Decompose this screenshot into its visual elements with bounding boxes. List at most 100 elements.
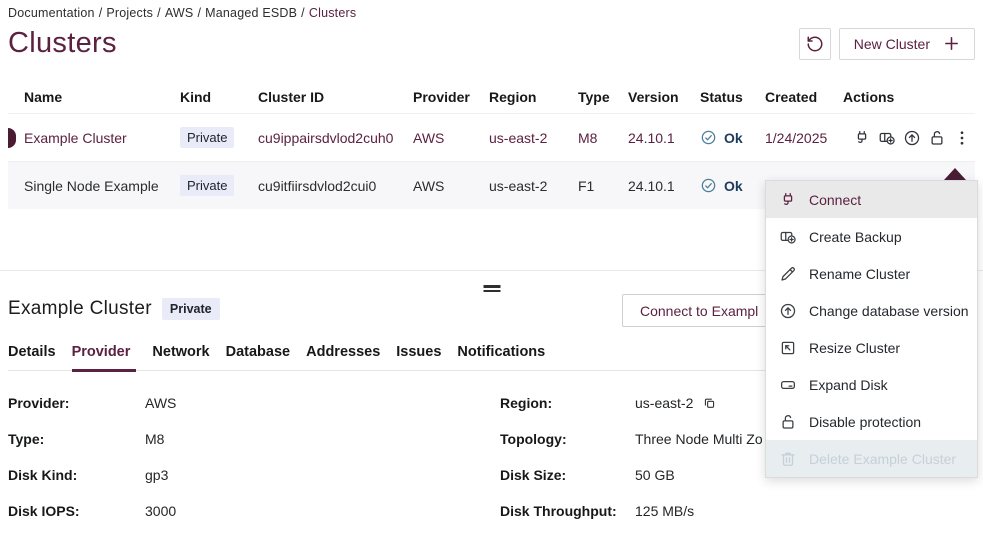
breadcrumb-link-aws[interactable]: AWS <box>165 6 194 20</box>
panel-title: Example Cluster <box>8 298 152 320</box>
column-header-actions: Actions <box>843 89 975 105</box>
cell-region: us-east-2 <box>489 130 578 146</box>
field-label-provider: Provider: <box>8 385 145 421</box>
tab-issues[interactable]: Issues <box>396 344 441 372</box>
check-circle-icon <box>700 129 717 146</box>
menu-item-create-backup[interactable]: Create Backup <box>766 218 977 255</box>
cell-name: Single Node Example <box>24 178 180 194</box>
menu-item-change-database-version[interactable]: Change database version <box>766 292 977 329</box>
menu-item-expand-disk[interactable]: Expand Disk <box>766 366 977 403</box>
panel-kind-badge: Private <box>162 298 220 320</box>
tab-network[interactable]: Network <box>152 344 209 372</box>
plus-icon <box>943 35 960 52</box>
tab-provider[interactable]: Provider <box>72 344 137 372</box>
kind-badge: Private <box>180 127 234 148</box>
menu-item-label: Resize Cluster <box>809 340 900 356</box>
cell-region: us-east-2 <box>489 178 578 194</box>
unlock-icon <box>928 129 946 147</box>
menu-item-rename-cluster[interactable]: Rename Cluster <box>766 255 977 292</box>
field-value-disk-iops: 3000 <box>145 493 500 529</box>
menu-item-label: Change database version <box>809 303 969 319</box>
menu-item-disable-protection[interactable]: Disable protection <box>766 403 977 440</box>
column-header-created: Created <box>765 89 843 105</box>
tab-notifications[interactable]: Notifications <box>457 344 545 372</box>
table-row-example-cluster[interactable]: Example Cluster Private cu9ippairsdvlod2… <box>8 114 975 162</box>
cell-type: F1 <box>578 178 628 194</box>
breadcrumb: Documentation/Projects/AWS/Managed ESDB/… <box>8 6 975 20</box>
unlock-icon <box>779 413 797 431</box>
cell-provider: AWS <box>413 178 489 194</box>
menu-item-label: Disable protection <box>809 414 921 430</box>
cell-status: Ok <box>700 129 765 146</box>
trash-icon <box>779 450 797 468</box>
new-cluster-button[interactable]: New Cluster <box>839 28 975 60</box>
cell-kind: Private <box>180 127 258 148</box>
kind-badge: Private <box>180 175 234 196</box>
refresh-icon <box>806 35 824 53</box>
field-label-region: Region: <box>500 385 635 421</box>
header-actions: New Cluster <box>799 28 975 60</box>
cell-status: Ok <box>700 177 765 194</box>
menu-item-resize-cluster[interactable]: Resize Cluster <box>766 329 977 366</box>
column-header-kind: Kind <box>180 89 258 105</box>
breadcrumb-link-managed-esdb[interactable]: Managed ESDB <box>205 6 297 20</box>
status-label: Ok <box>724 178 743 194</box>
column-header-status: Status <box>700 89 765 105</box>
connect-icon <box>853 129 871 147</box>
cell-cluster-id: cu9itfiirsdvlod2cui0 <box>258 178 413 194</box>
field-value-provider: AWS <box>145 385 500 421</box>
field-label-type: Type: <box>8 421 145 457</box>
breadcrumb-current-clusters: Clusters <box>309 6 356 20</box>
field-value-type: M8 <box>145 421 500 457</box>
field-label-disk-throughput: Disk Throughput: <box>500 493 635 529</box>
menu-item-label: Connect <box>809 192 861 208</box>
page-title: Clusters <box>8 27 117 60</box>
rename-icon <box>779 265 797 283</box>
menu-item-delete-example-cluster: Delete Example Cluster <box>766 440 977 477</box>
tab-addresses[interactable]: Addresses <box>306 344 380 372</box>
column-header-name: Name <box>24 89 180 105</box>
cell-version: 24.10.1 <box>628 130 700 146</box>
refresh-button[interactable] <box>799 28 831 60</box>
breadcrumb-link-projects[interactable]: Projects <box>106 6 153 20</box>
connect-icon <box>779 191 797 209</box>
cell-name: Example Cluster <box>24 130 180 146</box>
field-label-disk-size: Disk Size: <box>500 457 635 493</box>
tab-database[interactable]: Database <box>226 344 290 372</box>
selected-row-marker <box>8 128 16 148</box>
action-connect-button[interactable] <box>853 129 871 147</box>
column-header-version: Version <box>628 89 700 105</box>
column-header-type: Type <box>578 89 628 105</box>
column-header-provider: Provider <box>413 89 489 105</box>
field-value-disk-kind: gp3 <box>145 457 500 493</box>
menu-item-label: Rename Cluster <box>809 266 910 282</box>
menu-item-label: Delete Example Cluster <box>809 451 956 467</box>
action-create-backup-button[interactable] <box>878 129 896 147</box>
menu-pointer-arrow <box>944 168 966 180</box>
expand-disk-icon <box>779 376 797 394</box>
action-protection-button[interactable] <box>928 129 946 147</box>
column-header-region: Region <box>489 89 578 105</box>
action-change-version-button[interactable] <box>903 129 921 147</box>
change-version-icon <box>903 129 921 147</box>
kebab-menu-button[interactable] <box>953 129 971 147</box>
panel-drag-handle[interactable] <box>483 283 500 294</box>
cell-version: 24.10.1 <box>628 178 700 194</box>
breadcrumb-separator: / <box>197 6 201 20</box>
menu-item-connect[interactable]: Connect <box>766 181 977 218</box>
breadcrumb-link-documentation[interactable]: Documentation <box>8 6 95 20</box>
change-version-icon <box>779 302 797 320</box>
create-backup-icon <box>779 228 797 246</box>
copy-region-button[interactable] <box>702 396 717 411</box>
status-label: Ok <box>724 130 743 146</box>
cell-type: M8 <box>578 130 628 146</box>
cluster-actions-menu: Connect Create Backup Rename Cluster Cha… <box>765 180 978 478</box>
page-header: Clusters New Cluster <box>8 27 975 60</box>
check-circle-icon <box>700 177 717 194</box>
tab-details[interactable]: Details <box>8 344 56 372</box>
copy-icon <box>702 396 717 411</box>
breadcrumb-separator: / <box>99 6 103 20</box>
menu-item-label: Create Backup <box>809 229 902 245</box>
clusters-page: Documentation/Projects/AWS/Managed ESDB/… <box>0 0 983 543</box>
field-label-topology: Topology: <box>500 421 635 457</box>
